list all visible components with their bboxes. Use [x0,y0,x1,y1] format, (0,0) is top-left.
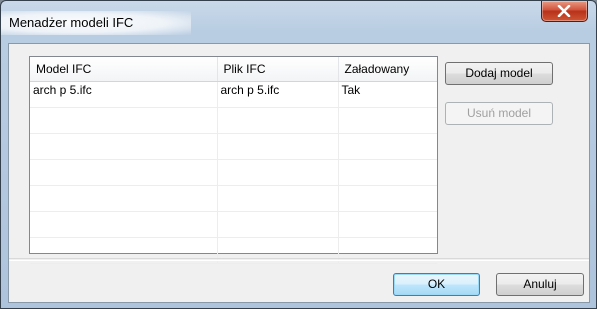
cell-model-ifc [30,159,218,186]
add-model-button[interactable]: Dodaj model [445,62,553,85]
cell-model-ifc [30,107,218,134]
table-row[interactable] [30,211,437,238]
cell-model-ifc: arch p 5.ifc [30,81,218,108]
cell-plik-ifc [217,185,339,212]
column-header-zaladowany[interactable]: Załadowany [338,57,437,82]
separator [9,258,589,261]
cell-model-ifc [30,211,218,238]
title-bar[interactable]: Menadżer modeli IFC [1,1,596,43]
table-row[interactable]: arch p 5.ifc arch p 5.ifc Tak [30,81,437,108]
cell-plik-ifc: arch p 5.ifc [217,81,339,108]
cell-zaladowany: Tak [338,81,437,108]
table-row[interactable] [30,185,437,212]
cell-plik-ifc [217,107,339,134]
cell-zaladowany [338,185,437,212]
table-row[interactable] [30,107,437,134]
models-table: Model IFC Plik IFC Załadowany arch p 5.i… [29,56,438,264]
remove-model-button[interactable]: Usuń model [445,102,553,125]
dialog-window: Menadżer modeli IFC Model IFC Plik IFC Z… [0,0,597,309]
table-row[interactable] [30,133,437,160]
cell-zaladowany [338,159,437,186]
table-header-row: Model IFC Plik IFC Załadowany [30,57,437,82]
dialog-client-area: Model IFC Plik IFC Załadowany arch p 5.i… [8,43,590,303]
column-header-model-ifc[interactable]: Model IFC [30,57,218,82]
close-button[interactable] [541,1,588,22]
cell-plik-ifc [217,211,339,238]
cell-model-ifc [30,133,218,160]
ok-button[interactable]: OK [393,273,480,296]
cell-zaladowany [338,133,437,160]
table-row[interactable] [30,159,437,186]
cell-zaladowany [338,211,437,238]
cell-plik-ifc [217,159,339,186]
cell-model-ifc [30,185,218,212]
window-title: Menadżer modeli IFC [9,15,134,30]
cell-plik-ifc [217,133,339,160]
cancel-button[interactable]: Anuluj [496,273,584,296]
cell-zaladowany [338,107,437,134]
column-header-plik-ifc[interactable]: Plik IFC [217,57,339,82]
